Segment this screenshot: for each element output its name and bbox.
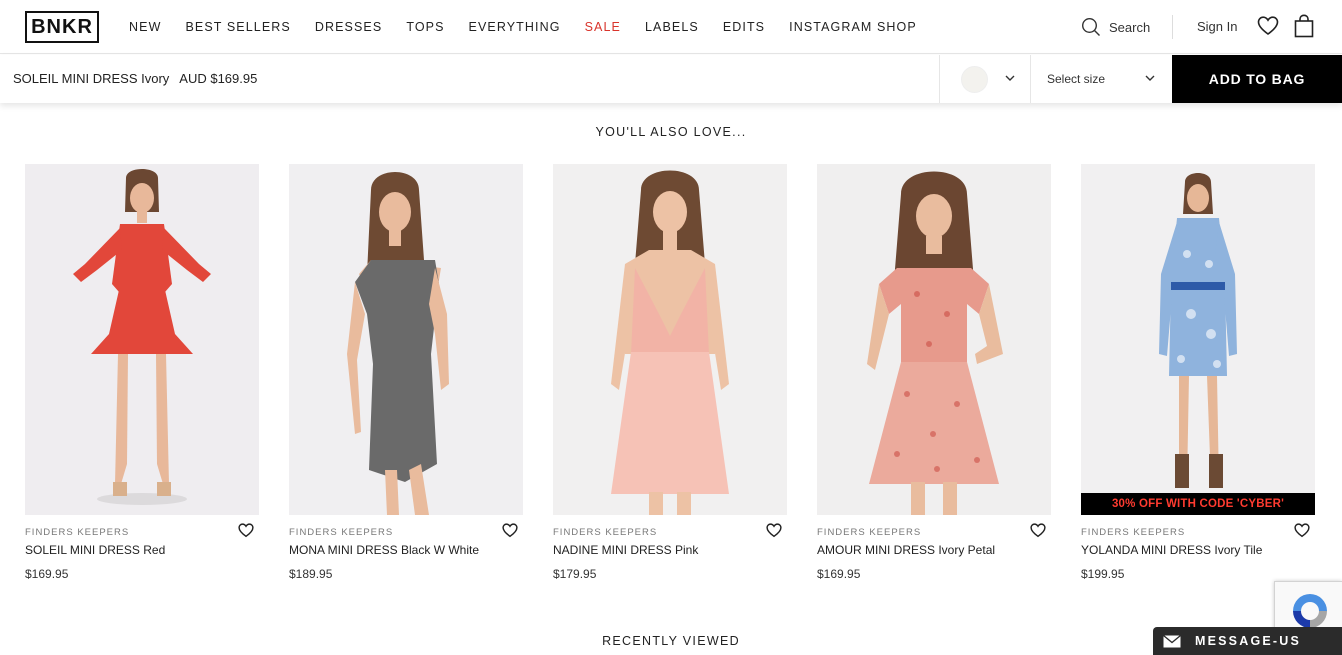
- sticky-add-to-bag-bar: SOLEIL MINI DRESS Ivory AUD $169.95 Selec…: [0, 55, 1342, 103]
- sticky-product-price: AUD $169.95: [179, 71, 258, 86]
- wishlist-heart-icon[interactable]: [238, 523, 254, 538]
- product-price: $169.95: [25, 567, 69, 581]
- product-card[interactable]: 30% OFF WITH CODE 'CYBER' FINDERS KEEPER…: [1081, 164, 1315, 581]
- nav-item-dresses[interactable]: DRESSES: [315, 19, 382, 35]
- product-card[interactable]: FINDERS KEEPERS MONA MINI DRESS Black W …: [289, 164, 523, 581]
- wishlist-heart-icon[interactable]: [502, 523, 518, 538]
- chevron-down-icon: [1145, 75, 1155, 81]
- wishlist-heart-icon[interactable]: [1294, 523, 1310, 538]
- product-image[interactable]: [553, 164, 787, 515]
- nav-item-everything[interactable]: EVERYTHING: [469, 19, 561, 35]
- nav-item-sale[interactable]: SALE: [585, 19, 621, 35]
- recently-viewed-heading: RECENTLY VIEWED: [602, 634, 740, 648]
- heart-icon[interactable]: [1257, 16, 1279, 36]
- product-image[interactable]: 30% OFF WITH CODE 'CYBER': [1081, 164, 1315, 515]
- sticky-product-name: SOLEIL MINI DRESS Ivory: [13, 71, 170, 86]
- site-header: BNKR NEW BEST SELLERS DRESSES TOPS EVERY…: [0, 0, 1342, 54]
- brand-logo[interactable]: BNKR: [25, 11, 99, 43]
- product-image[interactable]: [289, 164, 523, 515]
- color-swatch: [961, 66, 988, 93]
- also-love-heading: YOU'LL ALSO LOVE...: [595, 125, 747, 139]
- wishlist-heart-icon[interactable]: [1030, 523, 1046, 538]
- message-us-button[interactable]: MESSAGE-US: [1153, 627, 1342, 655]
- product-card[interactable]: FINDERS KEEPERS AMOUR MINI DRESS Ivory P…: [817, 164, 1051, 581]
- bag-icon[interactable]: [1294, 14, 1314, 38]
- search-label: Search: [1109, 19, 1151, 35]
- product-carousel: FINDERS KEEPERS SOLEIL MINI DRESS Red $1…: [25, 164, 1315, 581]
- size-select-placeholder: Select size: [1047, 72, 1106, 86]
- product-price: $169.95: [817, 567, 861, 581]
- product-brand: FINDERS KEEPERS: [817, 527, 922, 538]
- sign-in-link[interactable]: Sign In: [1197, 19, 1237, 34]
- sticky-product-info: SOLEIL MINI DRESS Ivory AUD $169.95: [13, 71, 257, 86]
- color-selector[interactable]: [939, 55, 1031, 103]
- product-price: $179.95: [553, 567, 597, 581]
- product-brand: FINDERS KEEPERS: [1081, 527, 1186, 538]
- wishlist-heart-icon[interactable]: [766, 523, 782, 538]
- promo-banner: 30% OFF WITH CODE 'CYBER': [1081, 493, 1315, 515]
- main-nav: NEW BEST SELLERS DRESSES TOPS EVERYTHING…: [129, 19, 941, 35]
- nav-item-labels[interactable]: LABELS: [645, 19, 699, 35]
- size-selector[interactable]: Select size: [1031, 55, 1172, 103]
- nav-item-tops[interactable]: TOPS: [406, 19, 444, 35]
- envelope-icon: [1163, 634, 1181, 647]
- nav-item-instagram-shop[interactable]: INSTAGRAM SHOP: [789, 19, 917, 35]
- product-price: $189.95: [289, 567, 333, 581]
- product-image[interactable]: [817, 164, 1051, 515]
- product-card[interactable]: FINDERS KEEPERS SOLEIL MINI DRESS Red $1…: [25, 164, 259, 581]
- product-brand: FINDERS KEEPERS: [553, 527, 658, 538]
- nav-item-edits[interactable]: EDITS: [723, 19, 765, 35]
- recaptcha-icon: [1293, 594, 1327, 628]
- message-us-label: MESSAGE-US: [1195, 634, 1302, 648]
- product-price: $199.95: [1081, 567, 1125, 581]
- product-brand: FINDERS KEEPERS: [289, 527, 394, 538]
- product-title[interactable]: NADINE MINI DRESS Pink: [553, 543, 787, 557]
- search-icon: [1081, 17, 1100, 36]
- add-to-bag-button[interactable]: ADD TO BAG: [1172, 55, 1342, 103]
- product-title[interactable]: SOLEIL MINI DRESS Red: [25, 543, 259, 557]
- nav-item-new[interactable]: NEW: [129, 19, 161, 35]
- chevron-down-icon: [1005, 75, 1015, 81]
- product-card[interactable]: FINDERS KEEPERS NADINE MINI DRESS Pink $…: [553, 164, 787, 581]
- product-image[interactable]: [25, 164, 259, 515]
- product-title[interactable]: AMOUR MINI DRESS Ivory Petal: [817, 543, 1051, 557]
- nav-item-best-sellers[interactable]: BEST SELLERS: [185, 19, 290, 35]
- product-title[interactable]: YOLANDA MINI DRESS Ivory Tile: [1081, 543, 1315, 557]
- search-button[interactable]: Search: [1081, 17, 1150, 37]
- header-divider: [1172, 15, 1173, 39]
- product-brand: FINDERS KEEPERS: [25, 527, 130, 538]
- product-title[interactable]: MONA MINI DRESS Black W White: [289, 543, 523, 557]
